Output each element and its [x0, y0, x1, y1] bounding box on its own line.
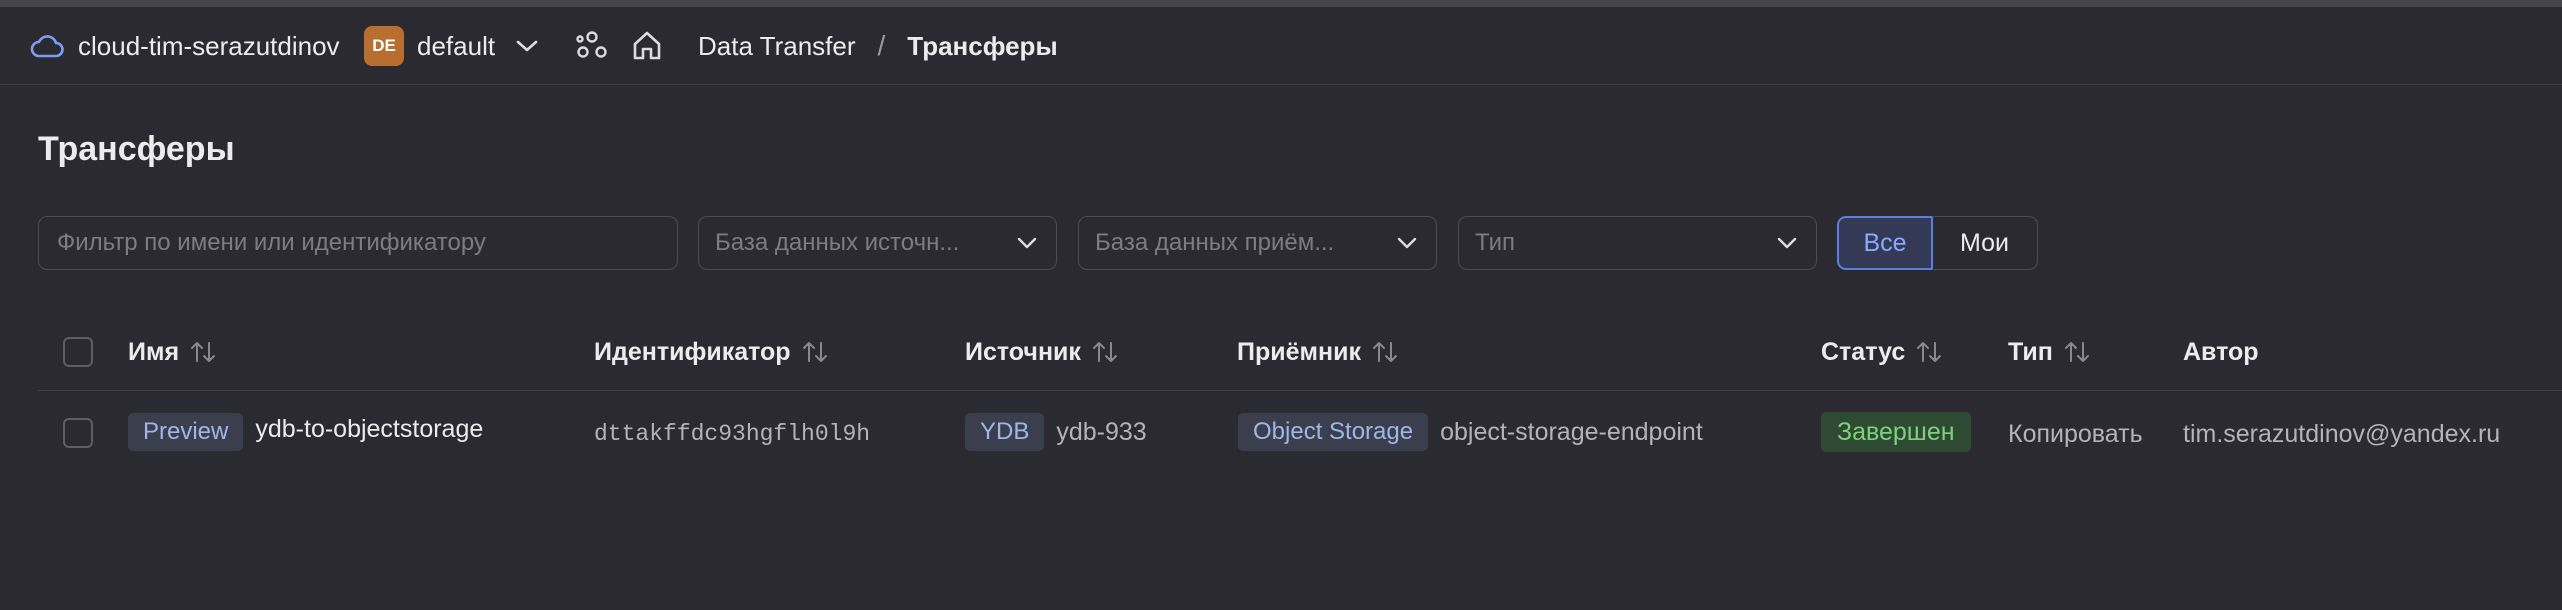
column-header-status[interactable]: Статус — [1821, 336, 1943, 368]
table-row-status-cell: Завершен — [1821, 412, 1971, 452]
column-header-type[interactable]: Тип — [2008, 336, 2091, 368]
breadcrumb-transfers: Трансферы — [907, 30, 1058, 61]
column-label: Имя — [128, 337, 180, 366]
breadcrumb-separator: / — [877, 30, 886, 61]
column-header-name[interactable]: Имя — [128, 336, 217, 368]
services-icon[interactable] — [575, 7, 609, 85]
table-row-name-cell[interactable]: Preview ydb-to-objectstorage — [128, 413, 483, 451]
type-placeholder: Тип — [1475, 229, 1516, 256]
chevron-down-icon — [1394, 230, 1420, 261]
chevron-down-icon — [1774, 230, 1800, 261]
target-db-placeholder: База данных приём... — [1095, 229, 1335, 256]
breadcrumb-data-transfer[interactable]: Data Transfer — [698, 31, 856, 62]
sort-icon[interactable] — [1091, 340, 1119, 364]
preview-badge: Preview — [128, 413, 244, 451]
target-db-select[interactable]: База данных приём... — [1078, 216, 1437, 270]
row-checkbox[interactable] — [63, 418, 93, 448]
cloud-name: cloud-tim-serazutdinov — [78, 30, 340, 61]
type-select[interactable]: Тип — [1458, 216, 1817, 270]
folder-badge: DE — [364, 26, 404, 66]
column-label: Идентификатор — [594, 337, 791, 366]
column-header-target[interactable]: Приёмник — [1237, 336, 1399, 368]
search-field[interactable] — [38, 216, 678, 270]
table-row-target-cell: Object Storage object-storage-endpoint — [1238, 413, 1703, 451]
status-badge: Завершен — [1821, 412, 1971, 452]
source-db-placeholder: База данных источн... — [715, 229, 960, 256]
segment-mine-button[interactable]: Мои — [1932, 216, 2038, 270]
column-label: Тип — [2008, 337, 2053, 366]
sort-icon[interactable] — [1371, 340, 1399, 364]
transfer-name-link[interactable]: ydb-to-objectstorage — [255, 415, 483, 444]
sort-icon[interactable] — [1915, 340, 1943, 364]
column-header-id[interactable]: Идентификатор — [594, 336, 829, 368]
source-endpoint-name[interactable]: ydb-933 — [1056, 418, 1146, 447]
transfer-type: Копировать — [2008, 419, 2143, 448]
chevron-down-icon — [515, 38, 539, 54]
segment-all-button[interactable]: Все — [1837, 216, 1933, 270]
chevron-down-icon — [1014, 230, 1040, 261]
folder-name: default — [417, 30, 496, 61]
table-header-divider — [38, 390, 2562, 391]
cloud-selector[interactable]: cloud-tim-serazutdinov — [30, 7, 340, 85]
transfer-author: tim.serazutdinov@yandex.ru — [2183, 419, 2501, 448]
transfer-id: dttakffdc93hgflh0l9h — [594, 421, 871, 447]
column-header-author: Автор — [2183, 336, 2259, 368]
source-db-select[interactable]: База данных источн... — [698, 216, 1057, 270]
search-input[interactable] — [55, 228, 677, 258]
page-title: Трансферы — [38, 130, 235, 168]
home-icon[interactable] — [630, 7, 664, 85]
source-type-badge: YDB — [965, 413, 1045, 451]
target-type-badge: Object Storage — [1238, 413, 1429, 451]
sort-icon[interactable] — [2063, 340, 2091, 364]
column-label: Статус — [1821, 337, 1906, 366]
breadcrumb: Data Transfer / Трансферы — [698, 7, 1058, 85]
column-header-source[interactable]: Источник — [965, 336, 1119, 368]
top-header: cloud-tim-serazutdinov DE default Data T… — [0, 7, 2562, 85]
column-label: Приёмник — [1237, 337, 1361, 366]
sort-icon[interactable] — [801, 340, 829, 364]
folder-selector[interactable]: DE default — [364, 7, 539, 85]
sort-icon[interactable] — [189, 340, 217, 364]
table-row-source-cell: YDB ydb-933 — [965, 413, 1147, 451]
target-endpoint-name[interactable]: object-storage-endpoint — [1440, 418, 1703, 447]
column-label: Автор — [2183, 337, 2259, 366]
top-strip — [0, 0, 2562, 7]
select-all-checkbox[interactable] — [63, 337, 93, 367]
column-label: Источник — [965, 337, 1081, 366]
cloud-icon — [30, 33, 64, 59]
